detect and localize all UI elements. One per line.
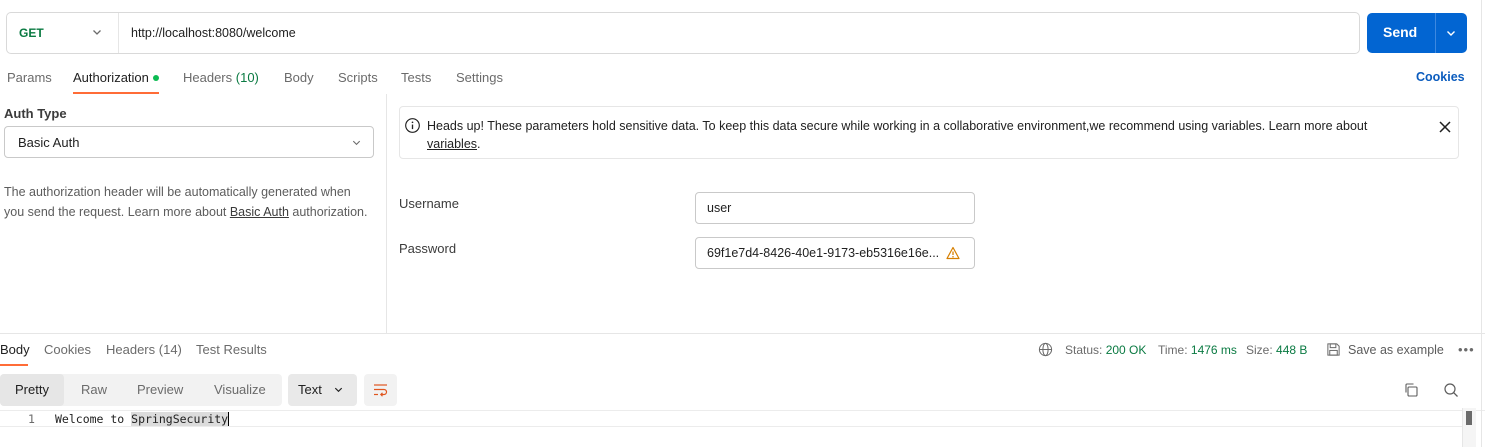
globe-icon[interactable] [1038,342,1053,357]
more-options-icon[interactable]: ••• [1458,342,1475,357]
time-label: Time: [1158,343,1188,357]
tab-response-body[interactable]: Body [0,342,30,357]
basic-auth-link[interactable]: Basic Auth [230,205,289,219]
tab-scripts[interactable]: Scripts [338,70,378,85]
tab-response-cookies[interactable]: Cookies [44,342,91,357]
send-button-label: Send [1383,24,1418,40]
view-pretty[interactable]: Pretty [15,382,49,397]
tab-params[interactable]: Params [7,70,52,85]
wrap-lines-icon [374,384,388,397]
time-readout[interactable]: Time: 1476 ms [1158,343,1237,357]
method-select[interactable]: GET [7,13,119,53]
response-divider[interactable] [0,333,1485,334]
wrap-lines-button[interactable] [364,374,397,406]
auth-description: The authorization header will be automat… [4,182,374,222]
cookies-link[interactable]: Cookies [1416,70,1465,84]
password-field[interactable]: 69f1e7d4-8426-40e1-9173-eb5316e16e... [695,237,975,269]
send-button[interactable]: Send [1367,13,1467,53]
username-field[interactable]: user [695,192,975,224]
editor-line-border [0,426,1463,427]
password-value: 69f1e7d4-8426-40e1-9173-eb5316e16e... [707,246,940,260]
window-edge [1481,0,1482,447]
tab-headers-count: (10) [235,70,259,85]
chevron-down-icon[interactable] [1445,27,1457,39]
size-readout[interactable]: Size: 448 B [1246,343,1307,357]
variables-link[interactable]: variables [427,137,477,151]
tab-tests[interactable]: Tests [401,70,431,85]
tab-response-headers-count: (14) [158,342,182,357]
tab-settings[interactable]: Settings [456,70,503,85]
chevron-down-icon [352,140,361,146]
status-readout[interactable]: Status: 200 OK [1065,343,1146,357]
active-response-tab-underline [0,364,28,366]
auth-type-select[interactable]: Basic Auth [4,126,374,158]
auth-type-value: Basic Auth [18,135,80,150]
save-icon [1327,343,1340,356]
chevron-down-icon [334,387,343,393]
alert-message: Heads up! These parameters hold sensitiv… [427,119,1368,133]
tab-headers-label: Headers [183,70,233,85]
tab-body[interactable]: Body [284,70,314,85]
alert-suffix: . [477,137,481,151]
sensitive-data-alert: Heads up! These parameters hold sensitiv… [399,106,1459,159]
view-preview[interactable]: Preview [137,382,183,397]
auth-description-suffix: authorization. [288,205,368,219]
code-text: Welcome to [55,412,132,426]
chevron-down-icon [93,30,101,35]
scrollbar-thumb[interactable] [1466,411,1472,425]
copy-icon[interactable] [1403,382,1419,398]
editor-top-border [0,410,1485,411]
view-mode-toggle: Pretty Raw Preview Visualize [0,374,282,406]
username-label: Username [399,196,459,211]
format-value: Text [298,382,322,397]
search-icon[interactable] [1443,382,1459,398]
tab-test-results[interactable]: Test Results [196,342,267,357]
url-bar: GET http://localhost:8080/welcome [6,12,1360,54]
panel-divider[interactable] [386,94,387,334]
tab-headers[interactable]: Headers (10) [183,70,259,85]
line-number: 1 [28,412,35,426]
size-label: Size: [1246,343,1273,357]
status-label: Status: [1065,343,1103,357]
username-value: user [707,201,732,215]
tab-response-headers-label: Headers [106,342,156,357]
method-label: GET [19,26,44,40]
send-divider [1435,13,1436,53]
view-visualize[interactable]: Visualize [214,382,266,397]
info-icon [405,118,420,133]
save-as-example-button[interactable]: Save as example [1348,343,1444,357]
response-body-code[interactable]: Welcome to SpringSecurity [55,412,230,426]
status-value: 200 OK [1105,343,1147,357]
close-icon[interactable] [1438,120,1452,134]
alert-text: Heads up! These parameters hold sensitiv… [427,117,1417,153]
active-tab-underline [73,92,159,94]
size-value: 448 B [1276,343,1308,357]
code-selection: SpringSecurity [131,412,230,426]
view-raw[interactable]: Raw [81,382,107,397]
auth-type-label: Auth Type [4,106,67,121]
tab-authorization-label: Authorization [73,70,149,85]
password-label: Password [399,241,457,256]
tab-authorization[interactable]: Authorization [73,70,159,85]
format-select[interactable]: Text [288,374,357,406]
time-value: 1476 ms [1190,343,1237,357]
active-dot-icon [152,74,159,81]
warning-icon [946,246,960,260]
tab-response-headers[interactable]: Headers (14) [106,342,182,357]
editor-scrollbar[interactable] [1462,408,1476,447]
url-input[interactable]: http://localhost:8080/welcome [131,26,296,40]
